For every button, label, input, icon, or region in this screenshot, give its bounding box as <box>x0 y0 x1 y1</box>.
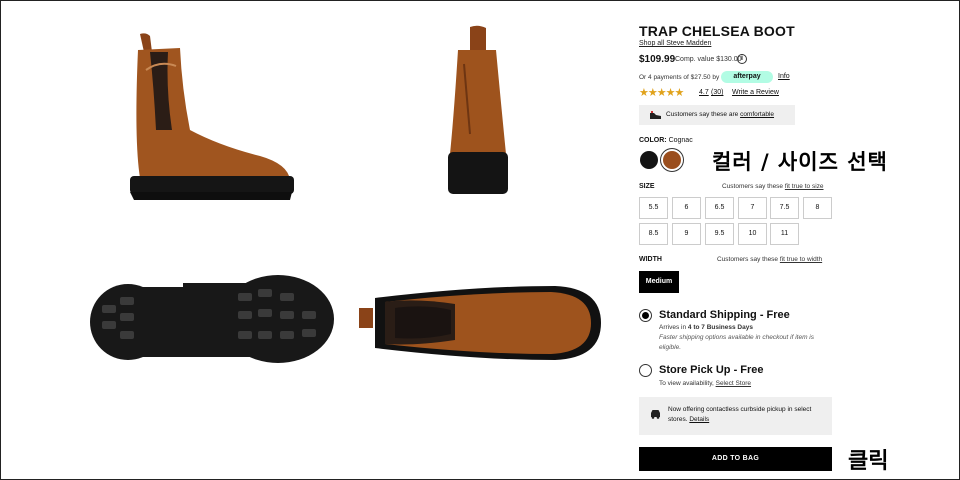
size-option[interactable]: 8.5 <box>639 223 668 245</box>
installments-text: Or 4 payments of $27.50 by <box>639 74 720 81</box>
size-option[interactable]: 9.5 <box>705 223 734 245</box>
product-title: TRAP CHELSEA BOOT <box>639 23 795 39</box>
size-option[interactable]: 5.5 <box>639 197 668 219</box>
rating-value[interactable]: 4.7 <box>699 89 709 96</box>
product-price: $109.99 <box>639 54 676 65</box>
afterpay-info-link[interactable]: Info <box>778 73 790 80</box>
arrival-window: 4 to 7 Business Days <box>687 324 753 331</box>
size-option[interactable]: 6 <box>672 197 701 219</box>
standard-shipping-title: Standard Shipping - Free <box>659 309 790 321</box>
curbside-details-link[interactable]: Details <box>689 416 709 423</box>
add-to-bag-button[interactable]: ADD TO BAG <box>639 447 832 471</box>
afterpay-logo: afterpay <box>721 71 773 83</box>
click-annotation: 클릭 <box>848 449 889 474</box>
width-label: WIDTH <box>639 256 662 263</box>
color-label: COLOR: Cognac <box>639 137 693 144</box>
size-option[interactable]: 7 <box>738 197 767 219</box>
size-fit-note: Customers say these fit true to size <box>722 183 824 190</box>
size-label: SIZE <box>639 183 655 190</box>
store-pickup-title: Store Pick Up - Free <box>659 364 764 376</box>
info-icon[interactable]: i <box>737 54 747 64</box>
width-option-medium[interactable]: Medium <box>639 271 679 293</box>
width-note-text: Customers say these <box>717 256 780 263</box>
color-size-annotation: 컬러 / 사이즈 선택 <box>712 150 888 174</box>
comp-value: Comp. value $130.00 <box>675 56 742 63</box>
arrival-prefix: Arrives in <box>659 324 688 331</box>
comfort-banner: Customers say these are comfortable <box>639 105 795 125</box>
curbside-banner: Now offering contactless curbside pickup… <box>639 397 832 435</box>
size-option[interactable]: 6.5 <box>705 197 734 219</box>
color-selected: Cognac <box>668 137 693 144</box>
size-option[interactable]: 8 <box>803 197 832 219</box>
shop-all-brand-link[interactable]: Shop all Steve Madden <box>639 40 711 47</box>
fit-true-to-width-link[interactable]: fit true to width <box>780 256 822 263</box>
store-pickup-availability: To view availability, Select Store <box>659 380 751 387</box>
size-option[interactable]: 11 <box>770 223 799 245</box>
standard-shipping-arrival: Arrives in 4 to 7 Business Days <box>659 324 753 331</box>
product-image-top[interactable] <box>355 278 605 368</box>
store-pickup-radio[interactable] <box>639 364 652 377</box>
product-image-sole[interactable] <box>88 275 338 370</box>
product-image-back[interactable] <box>440 24 515 199</box>
swatch-black[interactable] <box>640 151 658 169</box>
size-note-text: Customers say these <box>722 183 785 190</box>
select-store-link[interactable]: Select Store <box>716 380 751 387</box>
size-option[interactable]: 9 <box>672 223 701 245</box>
width-fit-note: Customers say these fit true to width <box>717 256 822 263</box>
product-image-side[interactable] <box>120 30 300 205</box>
shoe-icon <box>650 111 661 119</box>
write-review-link[interactable]: Write a Review <box>732 89 779 96</box>
star-rating-icon: ★★★★★ <box>639 87 684 99</box>
standard-shipping-radio[interactable] <box>639 309 652 322</box>
comfort-text: Customers say these are <box>666 111 741 118</box>
comfort-link[interactable]: comfortable <box>740 111 774 118</box>
faster-shipping-note: Faster shipping options available in che… <box>659 334 814 351</box>
swatch-cognac[interactable] <box>663 151 681 169</box>
size-option[interactable]: 7.5 <box>770 197 799 219</box>
car-icon <box>651 410 660 419</box>
size-option[interactable]: 10 <box>738 223 767 245</box>
review-count[interactable]: (30) <box>711 89 723 96</box>
fit-true-to-size-link[interactable]: fit true to size <box>785 183 824 190</box>
availability-prefix: To view availability, <box>659 380 716 387</box>
color-label-text: COLOR: <box>639 137 667 144</box>
